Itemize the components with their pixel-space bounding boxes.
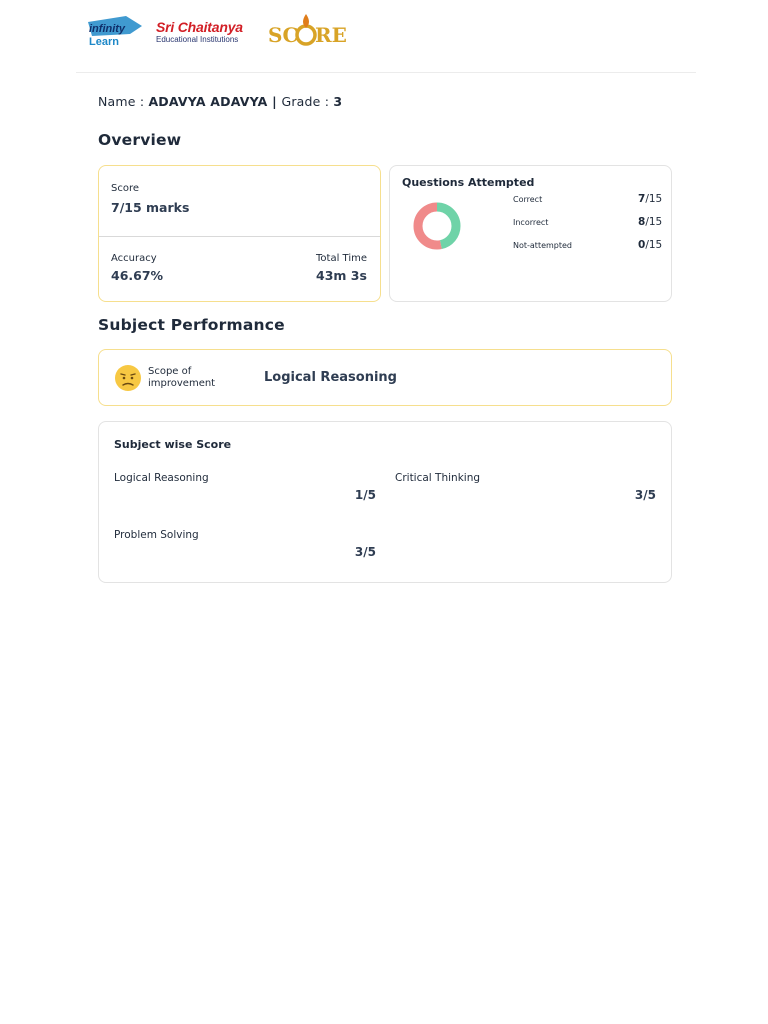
correct-count: 7/15 [638, 193, 663, 205]
status-line2: improvement [148, 378, 216, 389]
grade-label: Grade : [281, 94, 334, 109]
infinity-learn-logo: infinity Learn [86, 12, 144, 48]
subject-item-score: 3/5 [634, 488, 656, 502]
score-logo: SC RE [268, 10, 347, 50]
score-divider [99, 236, 380, 237]
sri-chaitanya-logo: Sri Chaitanya Educational Institutions [156, 19, 243, 45]
not-attempted-label: Not-attempted [513, 241, 573, 250]
separator: | [267, 94, 282, 109]
subject-wise-title: Subject wise Score [114, 438, 232, 451]
score-value: 7/15 marks [111, 200, 190, 215]
svg-text:SC: SC [268, 23, 298, 47]
svg-text:Learn: Learn [89, 36, 119, 48]
correct-label: Correct [513, 195, 543, 204]
questions-attempted-card: Questions Attempted Correct 7/15 Incorre… [389, 165, 672, 302]
worried-face-icon [114, 364, 142, 392]
name-label: Name : [98, 94, 149, 109]
subject-wise-score-card: Subject wise Score Logical Reasoning 1/5… [98, 421, 672, 583]
score-card: Score 7/15 marks Accuracy 46.67% Total T… [98, 165, 381, 302]
accuracy-label: Accuracy [111, 253, 157, 264]
accuracy-value: 46.67% [111, 268, 164, 283]
questions-attempted-title: Questions Attempted [402, 176, 535, 189]
score-label: Score [111, 183, 140, 194]
overview-title: Overview [98, 131, 182, 149]
student-name: ADAVYA ADAVYA [148, 94, 268, 109]
subject-name: Logical Reasoning [264, 370, 397, 385]
svg-text:infinity: infinity [89, 23, 126, 35]
grade-value: 3 [333, 94, 343, 109]
subject-item-name: Critical Thinking [395, 472, 481, 484]
student-info: Name : ADAVYA ADAVYA | Grade : 3 [98, 94, 342, 109]
not-attempted-count: 0/15 [638, 239, 663, 251]
svg-text:RE: RE [315, 23, 346, 47]
subject-item-score: 3/5 [354, 545, 376, 559]
subject-performance-title: Subject Performance [98, 316, 285, 334]
subject-performance-card: Scope of improvement Logical Reasoning [98, 349, 672, 406]
attempt-donut-chart [413, 202, 461, 250]
status-line1: Scope of [148, 366, 192, 377]
incorrect-label: Incorrect [513, 218, 549, 227]
total-time-value: 43m 3s [316, 268, 367, 283]
report-header: infinity Learn Sri Chaitanya Educational… [76, 0, 696, 73]
total-time-label: Total Time [316, 253, 368, 264]
subject-item-name: Logical Reasoning [114, 472, 209, 484]
subject-item-name: Problem Solving [114, 529, 199, 541]
subject-item-score: 1/5 [354, 488, 376, 502]
incorrect-count: 8/15 [638, 216, 663, 228]
